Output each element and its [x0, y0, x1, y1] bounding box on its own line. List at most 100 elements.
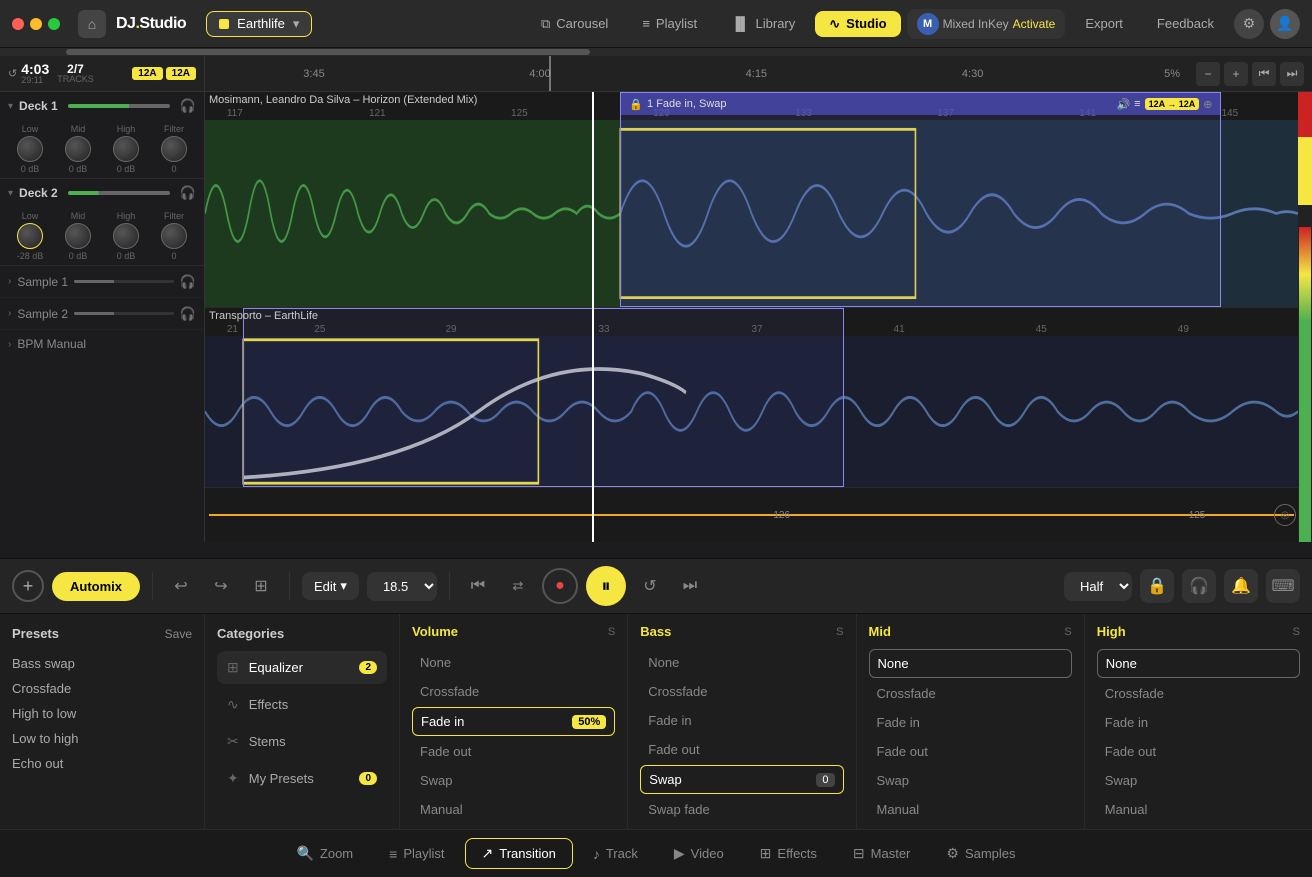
high-fadein[interactable]: Fade in	[1097, 709, 1300, 736]
deck1-filter-knob[interactable]	[161, 136, 187, 162]
transition-block-deck1[interactable]: 🔒 1 Fade in, Swap 🔊 ≡ 12A → 12A ⊕	[620, 92, 1221, 307]
waveform-icon[interactable]: 🔊	[1116, 98, 1130, 111]
automix-button[interactable]: Automix	[52, 572, 140, 601]
nav-zoom[interactable]: 🔍 Zoom	[280, 839, 369, 868]
deck1-headphone-icon[interactable]: 🎧	[180, 98, 196, 114]
zoom-out-button[interactable]: −	[1196, 62, 1220, 86]
scroll-thumb[interactable]	[66, 49, 591, 55]
feedback-button[interactable]: Feedback	[1143, 11, 1228, 36]
transition-block-deck2[interactable]	[243, 308, 844, 487]
bass-fadeout[interactable]: Fade out	[640, 736, 843, 763]
redo-button[interactable]: ↪	[205, 570, 237, 602]
high-crossfade[interactable]: Crossfade	[1097, 680, 1300, 707]
nav-track[interactable]: ♪ Track	[577, 840, 654, 868]
deck2-filter-knob[interactable]	[161, 223, 187, 249]
list-icon[interactable]: ≡	[1134, 98, 1140, 110]
lock-button[interactable]: 🔒	[1140, 569, 1174, 603]
project-dropdown[interactable]: Earthlife ▾	[206, 11, 312, 37]
deck2-headphone-icon[interactable]: 🎧	[180, 185, 196, 201]
mid-none[interactable]: None	[869, 649, 1072, 678]
save-button[interactable]: Save	[165, 627, 192, 641]
add-button[interactable]: +	[12, 570, 44, 602]
mid-fadein[interactable]: Fade in	[869, 709, 1072, 736]
preset-echo-out[interactable]: Echo out	[12, 751, 192, 776]
studio-button[interactable]: ∿ Studio	[815, 11, 900, 37]
bass-none[interactable]: None	[640, 649, 843, 676]
cat-effects[interactable]: ∿ Effects	[217, 688, 387, 721]
high-swap[interactable]: Swap	[1097, 767, 1300, 794]
skip-to-end-button[interactable]: ⏭	[674, 570, 706, 602]
minimize-button[interactable]	[30, 18, 42, 30]
bpm-select[interactable]: 18.5	[367, 572, 437, 601]
record-button[interactable]: ●	[542, 568, 578, 604]
volume-none[interactable]: None	[412, 649, 615, 676]
bass-fadein[interactable]: Fade in	[640, 707, 843, 734]
bass-crossfade[interactable]: Crossfade	[640, 678, 843, 705]
zoom-icon[interactable]: ⊕	[1203, 98, 1212, 111]
nav-video[interactable]: ▶ Video	[658, 839, 740, 868]
home-button[interactable]: ⌂	[78, 10, 106, 38]
skip-to-start-button[interactable]: ⏮	[462, 570, 494, 602]
deck1-volume-bar[interactable]	[68, 104, 170, 108]
keyboard-button[interactable]: ⌨	[1266, 569, 1300, 603]
preset-bass-swap[interactable]: Bass swap	[12, 651, 192, 676]
mid-manual[interactable]: Manual	[869, 796, 1072, 823]
nav-effects[interactable]: ⊞ Effects	[744, 839, 833, 868]
library-button[interactable]: ▐▌ Library	[717, 11, 809, 36]
undo-button[interactable]: ↩	[165, 570, 197, 602]
deck1-mid-knob[interactable]	[65, 136, 91, 162]
deck2-mid-knob[interactable]	[65, 223, 91, 249]
sample2-headphone-icon[interactable]: 🎧	[180, 306, 196, 322]
deck2-high-knob[interactable]	[113, 223, 139, 249]
activate-link[interactable]: Activate	[1013, 17, 1056, 31]
high-none[interactable]: None	[1097, 649, 1300, 678]
vinyl-icon[interactable]: ◎	[1274, 504, 1296, 526]
deck1-low-knob[interactable]	[17, 136, 43, 162]
bass-swapfade[interactable]: Swap fade	[640, 796, 843, 823]
volume-fadeout[interactable]: Fade out	[412, 738, 615, 765]
bass-swap[interactable]: Swap 0	[640, 765, 843, 794]
preset-low-to-high[interactable]: Low to high	[12, 726, 192, 751]
nav-master[interactable]: ⊟ Master	[837, 839, 926, 868]
avatar[interactable]: 👤	[1270, 9, 1300, 39]
deck2-expand[interactable]: ▾	[8, 188, 13, 199]
half-select[interactable]: Half	[1064, 572, 1132, 601]
mid-crossfade[interactable]: Crossfade	[869, 680, 1072, 707]
close-button[interactable]	[12, 18, 24, 30]
edit-button[interactable]: Edit ▾	[302, 572, 359, 600]
volume-fadein[interactable]: Fade in 50%	[412, 707, 615, 736]
deck1-expand[interactable]: ▾	[8, 101, 13, 112]
carousel-button[interactable]: ⧉ Carousel	[527, 11, 622, 37]
snap-button[interactable]: ⊞	[245, 570, 277, 602]
cat-stems[interactable]: ✂ Stems	[217, 725, 387, 758]
skip-back-button[interactable]: ⏮	[1252, 62, 1276, 86]
sample2-bar[interactable]	[74, 312, 174, 315]
deck2-volume-bar[interactable]	[68, 191, 170, 195]
sample1-bar[interactable]	[74, 280, 174, 283]
settings-button[interactable]: ⚙	[1234, 9, 1264, 39]
volume-crossfade[interactable]: Crossfade	[412, 678, 615, 705]
scroll-track-top[interactable]	[0, 48, 1312, 56]
sync-button[interactable]: ⇄	[502, 570, 534, 602]
volume-s[interactable]: S	[608, 626, 615, 638]
track-canvas[interactable]: Mosimann, Leandro Da Silva – Horizon (Ex…	[205, 92, 1312, 542]
fullscreen-button[interactable]	[48, 18, 60, 30]
bpm-expand[interactable]: ›	[8, 339, 11, 350]
high-s[interactable]: S	[1293, 626, 1300, 638]
volume-swap[interactable]: Swap	[412, 767, 615, 794]
sample1-headphone-icon[interactable]: 🎧	[180, 274, 196, 290]
playlist-button[interactable]: ≡ Playlist	[628, 11, 711, 36]
deck1-high-knob[interactable]	[113, 136, 139, 162]
preset-crossfade[interactable]: Crossfade	[12, 676, 192, 701]
volume-manual[interactable]: Manual	[412, 796, 615, 823]
mid-swap[interactable]: Swap	[869, 767, 1072, 794]
zoom-in-button[interactable]: +	[1224, 62, 1248, 86]
high-fadeout[interactable]: Fade out	[1097, 738, 1300, 765]
nav-transition[interactable]: ↗ Transition	[465, 838, 573, 869]
nav-samples[interactable]: ⚙ Samples	[930, 839, 1031, 868]
headphone-button[interactable]: 🎧	[1182, 569, 1216, 603]
nav-playlist[interactable]: ≡ Playlist	[373, 840, 460, 868]
bass-s[interactable]: S	[836, 626, 843, 638]
skip-forward-button[interactable]: ⏭	[1280, 62, 1304, 86]
mid-fadeout[interactable]: Fade out	[869, 738, 1072, 765]
